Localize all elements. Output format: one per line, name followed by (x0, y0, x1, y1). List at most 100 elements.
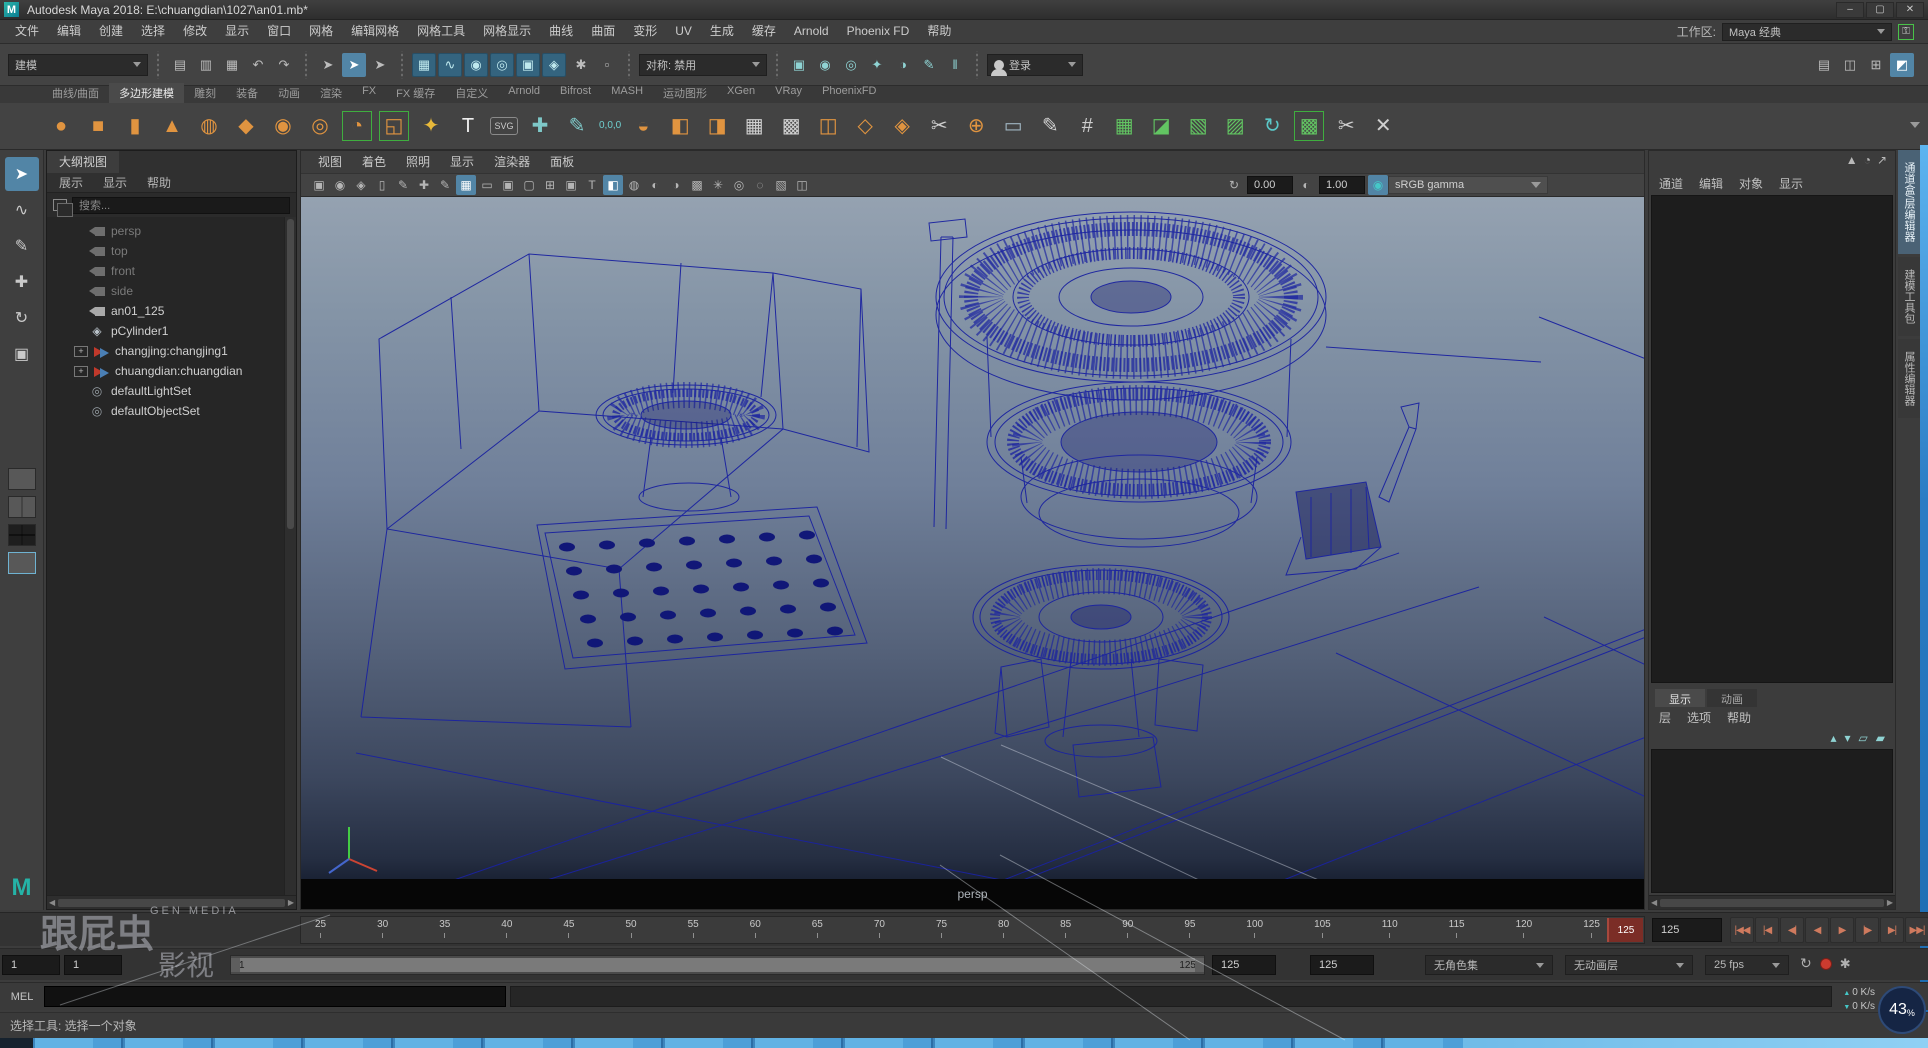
new-empty-layer-icon[interactable]: ▱ (1859, 731, 1868, 745)
sidebar-tab[interactable]: 属性编辑器 (1898, 339, 1920, 418)
new-scene-icon[interactable]: ▤ (168, 53, 192, 77)
bookmark-icon[interactable]: ▯ (372, 175, 392, 195)
menu-item[interactable]: UV (666, 20, 701, 43)
outliner-item[interactable]: top (47, 241, 296, 261)
poly-cube-icon[interactable]: ■ (83, 111, 113, 141)
relax-loop-icon[interactable]: ↻ (1257, 111, 1287, 141)
safe-title-icon[interactable]: T (582, 175, 602, 195)
isolate-select-icon[interactable]: ▧ (771, 175, 791, 195)
timeline-tick[interactable]: 105 (1314, 919, 1331, 941)
2d-pan-zoom-icon[interactable]: ✚ (414, 175, 434, 195)
shelf-tab[interactable]: 运动图形 (653, 83, 717, 103)
make-live-icon[interactable]: ◈ (542, 53, 566, 77)
workspace-lock-icon[interactable]: ⚿ (1898, 24, 1914, 40)
timeline-tick[interactable]: 120 (1516, 919, 1533, 941)
use-all-lights-icon[interactable]: ◐ (645, 175, 665, 195)
viewport-menu-item[interactable]: 显示 (441, 153, 483, 170)
symmetry-dropdown[interactable]: 对称: 禁用 (639, 54, 767, 76)
camera-attributes-icon[interactable]: ◈ (351, 175, 371, 195)
boolean-union-icon[interactable]: ◧ (665, 111, 695, 141)
outliner-menu-item[interactable]: 展示 (59, 174, 83, 191)
timeline-tick[interactable]: 100 (1246, 919, 1263, 941)
timeline-tick[interactable]: 95 (1184, 919, 1195, 941)
open-scene-icon[interactable]: ▥ (194, 53, 218, 77)
outliner-toggle-icon[interactable]: ▤ (1812, 53, 1836, 77)
go-to-end-button[interactable]: ▶▶| (1905, 917, 1928, 943)
shelf-tab[interactable]: PhoenixFD (812, 83, 886, 103)
shadows-icon[interactable]: ◑ (666, 175, 686, 195)
timeline-tick[interactable]: 40 (501, 919, 512, 941)
shelf-tab[interactable]: 自定义 (445, 83, 498, 103)
cut-uv-icon[interactable]: ✂ (1331, 111, 1361, 141)
shelf-tab[interactable]: MASH (601, 83, 653, 103)
auto-keyframe-icon[interactable] (1820, 958, 1832, 970)
timeline-tick[interactable]: 80 (998, 919, 1009, 941)
shelf-tab[interactable]: 动画 (268, 83, 310, 103)
viewport-menu-item[interactable]: 着色 (353, 153, 395, 170)
redo-icon[interactable]: ↷ (272, 53, 296, 77)
toolbar-separator[interactable] (399, 51, 405, 79)
menu-item[interactable]: 缓存 (743, 20, 785, 43)
step-forward-key-button[interactable]: |▶ (1855, 917, 1879, 943)
undo-icon[interactable]: ↶ (246, 53, 270, 77)
layer-editor-content[interactable] (1651, 749, 1893, 893)
snap-to-view-plane-icon[interactable]: ▣ (516, 53, 540, 77)
scroll-right-icon[interactable]: ▶ (288, 898, 294, 907)
timeline-tick[interactable]: 85 (1060, 919, 1071, 941)
expand-icon[interactable] (73, 244, 87, 258)
checker-map-icon[interactable]: ▩ (1294, 111, 1324, 141)
workspace-dropdown[interactable]: Maya 经典 (1722, 23, 1892, 41)
channel-box-menu-item[interactable]: 显示 (1779, 175, 1803, 192)
quick-draw-icon[interactable]: ✎ (562, 111, 592, 141)
panel-toggle-icon[interactable]: ◫ (1838, 53, 1862, 77)
toolbar-separator[interactable] (974, 51, 980, 79)
animation-start-field[interactable]: 1 (2, 955, 60, 975)
symmetry-box-icon[interactable]: ▭ (998, 111, 1028, 141)
expand-icon[interactable] (73, 284, 87, 298)
paint-select-tool-icon[interactable]: ✎ (5, 229, 39, 263)
multi-cut-icon[interactable]: ✂ (924, 111, 954, 141)
poly-sphere-icon[interactable]: ● (46, 111, 76, 141)
layout-current-button[interactable] (8, 552, 36, 574)
login-dropdown[interactable]: 登录 (987, 54, 1083, 76)
crease-tool-icon[interactable]: ✎ (1035, 111, 1065, 141)
image-plane-icon[interactable]: ✎ (393, 175, 413, 195)
poly-plane-icon[interactable]: ◆ (231, 111, 261, 141)
menu-item[interactable]: 文件 (6, 20, 48, 43)
save-scene-icon[interactable]: ▦ (220, 53, 244, 77)
timeline-tick[interactable]: 65 (812, 919, 823, 941)
new-layer-from-selected-icon[interactable]: ▰ (1876, 731, 1885, 745)
outliner-item[interactable]: + changjing:changjing1 (47, 341, 296, 361)
lock-camera-icon[interactable]: ◉ (330, 175, 350, 195)
remesh-icon[interactable]: ▨ (1220, 111, 1250, 141)
smooth-sphere-bracket-icon[interactable]: ◔ (342, 111, 372, 141)
animation-end-field[interactable]: 125 (1310, 955, 1374, 975)
layer-editor-menu-item[interactable]: 帮助 (1727, 709, 1751, 726)
channel-box-horizontal-scrollbar[interactable]: ◀ ▶ (1649, 895, 1895, 909)
gamma-icon[interactable]: ◐ (1296, 175, 1316, 195)
time-slider[interactable]: 2530354045505560657075808590951001051101… (300, 916, 1645, 944)
exposure-field[interactable]: 0.00 (1247, 176, 1293, 194)
fps-dropdown[interactable]: 25 fps (1705, 955, 1789, 975)
move-tool-icon[interactable]: ✚ (5, 265, 39, 299)
go-to-start-button[interactable]: |◀◀ (1730, 917, 1754, 943)
playback-start-field[interactable]: 1 (64, 955, 122, 975)
playback-loop-icon[interactable]: ↻ (1800, 955, 1812, 972)
outliner-menu-item[interactable]: 显示 (103, 174, 127, 191)
layer-editor-menu-item[interactable]: 选项 (1687, 709, 1711, 726)
menu-item[interactable]: 曲线 (540, 20, 582, 43)
toolbar-separator[interactable] (774, 51, 780, 79)
smooth-cube-bracket-icon[interactable]: ◱ (379, 111, 409, 141)
shelf-tab[interactable]: XGen (717, 83, 765, 103)
outliner-item[interactable]: + chuangdian:chuangdian (47, 361, 296, 381)
channel-box-content[interactable] (1651, 195, 1893, 683)
menu-set-dropdown[interactable]: 建模 (8, 54, 148, 76)
poly-disc-icon[interactable]: ◉ (268, 111, 298, 141)
multisample-icon[interactable]: ◎ (729, 175, 749, 195)
scale-tool-icon[interactable]: ▣ (5, 337, 39, 371)
close-button[interactable]: ✕ (1896, 2, 1924, 18)
viewcube-toggle-icon[interactable]: ◩ (1890, 53, 1914, 77)
menu-item[interactable]: 生成 (701, 20, 743, 43)
outliner-item[interactable]: side (47, 281, 296, 301)
layer-editor-menu-item[interactable]: 层 (1659, 709, 1671, 726)
